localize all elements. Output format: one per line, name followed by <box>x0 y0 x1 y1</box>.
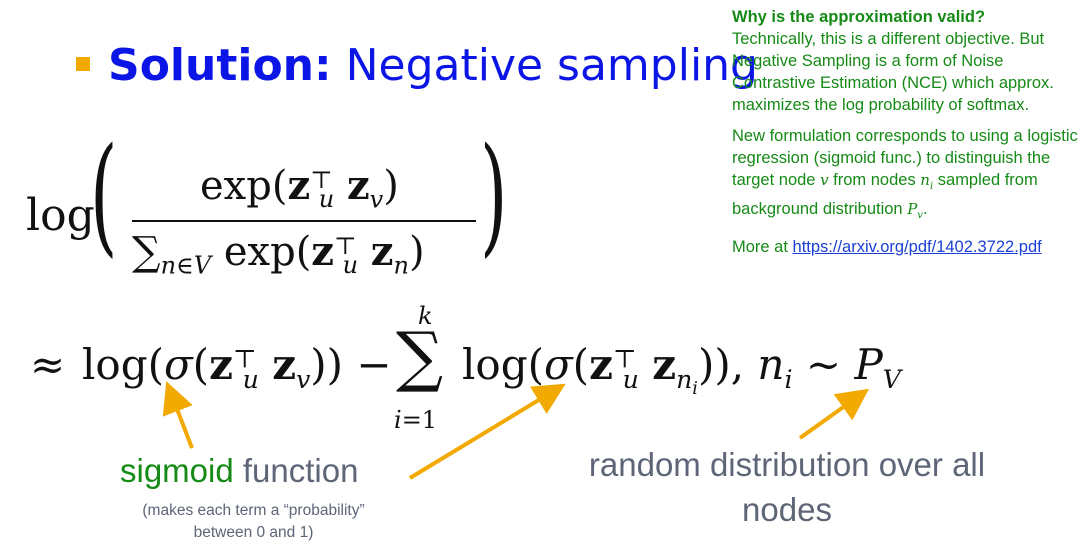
arrow-to-sigma-sum <box>408 383 566 480</box>
sigmoid-label: sigmoid function <box>120 452 358 490</box>
arrow-to-pv <box>798 388 870 440</box>
sigmoid-note: (makes each term a “probability” between… <box>142 502 365 541</box>
arrow-to-sigma <box>162 381 194 449</box>
sigmoid-word: sigmoid <box>120 452 234 489</box>
function-word: function <box>242 452 359 489</box>
random-distribution-label: random distribution over all nodes <box>588 446 986 528</box>
